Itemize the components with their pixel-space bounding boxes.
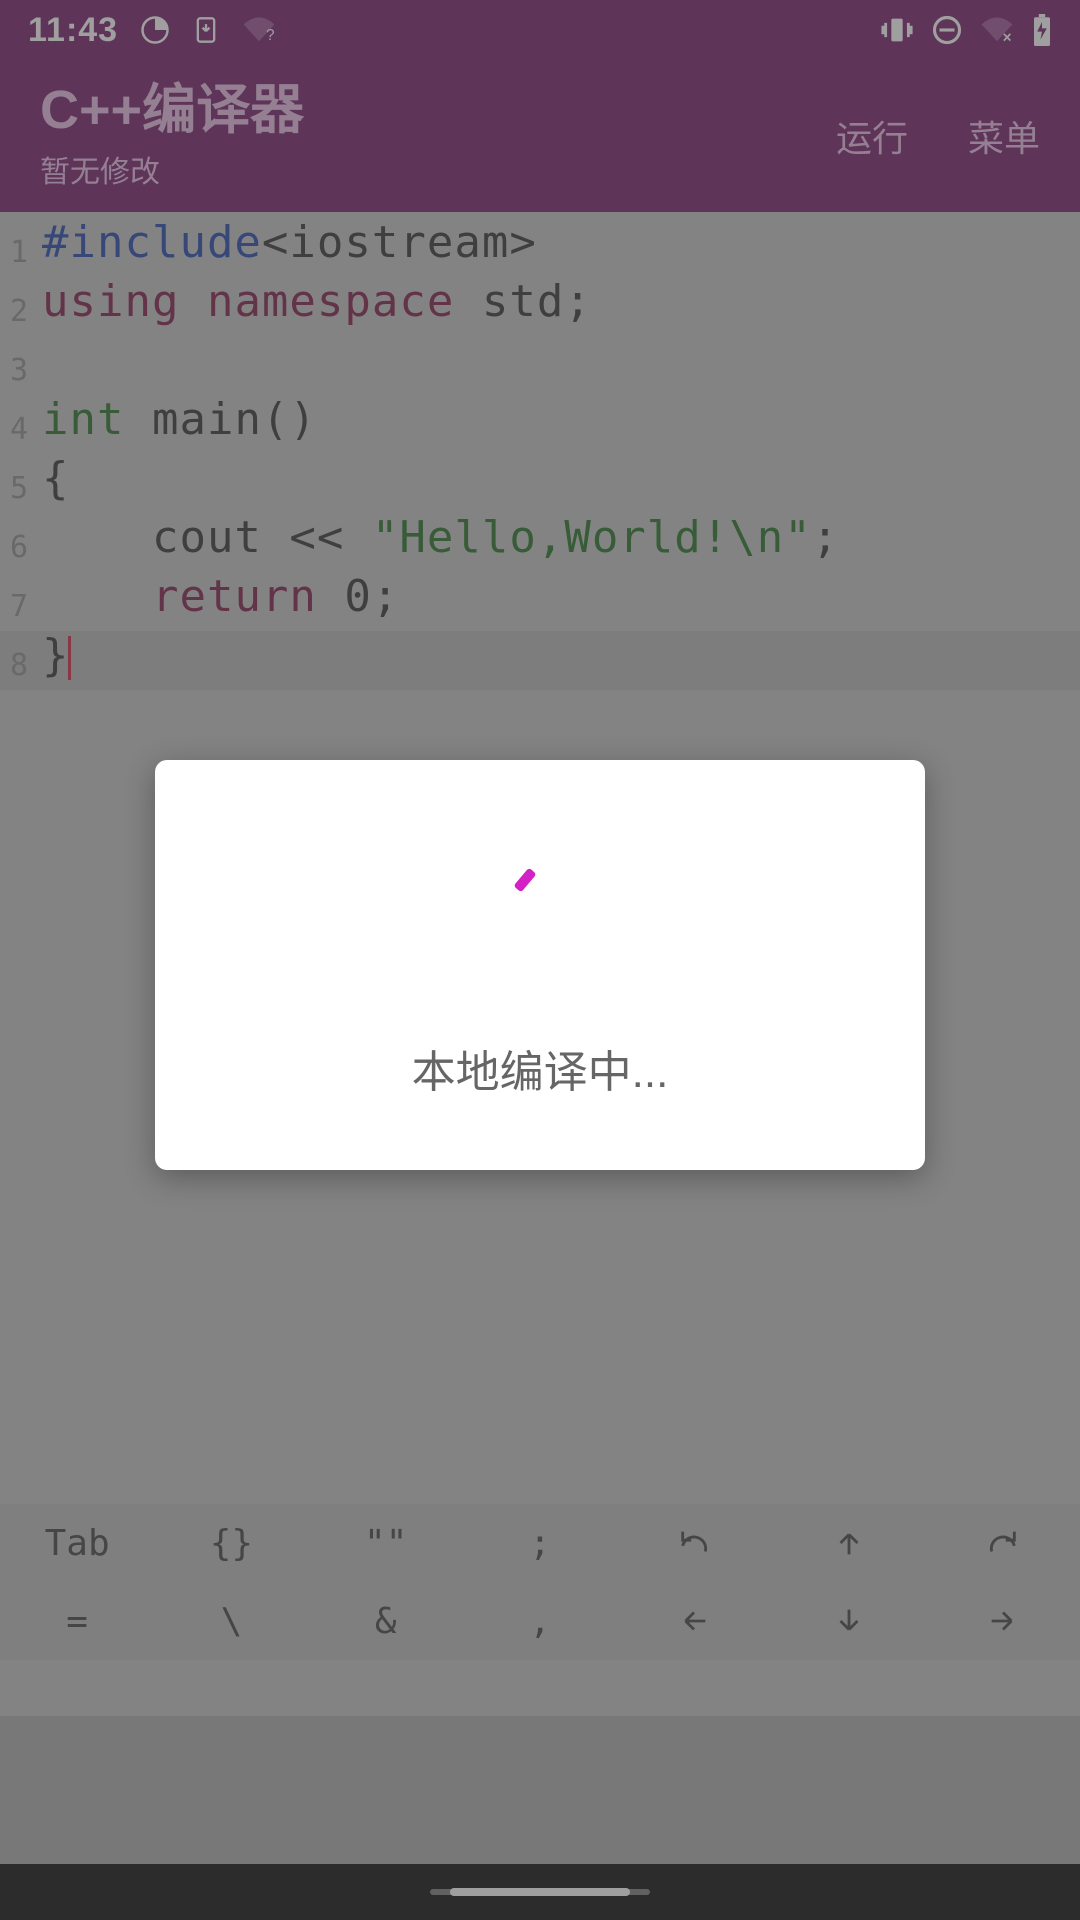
line-number: 1 <box>0 218 34 277</box>
code-line[interactable]: 8} <box>0 631 1080 690</box>
code-content[interactable] <box>34 336 42 395</box>
code-line[interactable]: 7 return 0; <box>0 572 1080 631</box>
line-number: 7 <box>0 572 34 631</box>
key-sym[interactable]: \ <box>154 1582 308 1660</box>
arrow-left-icon[interactable] <box>617 1582 771 1660</box>
code-line[interactable]: 5{ <box>0 454 1080 513</box>
key-sym[interactable]: = <box>0 1582 154 1660</box>
code-content[interactable]: using namespace std; <box>34 277 592 336</box>
arrow-right-icon[interactable] <box>926 1582 1080 1660</box>
dnd-icon <box>932 15 962 45</box>
header-titles: C++编译器 暂无修改 <box>40 81 836 190</box>
code-content[interactable]: return 0; <box>34 572 399 631</box>
line-number: 2 <box>0 277 34 336</box>
line-number: 3 <box>0 336 34 395</box>
svg-text:?: ? <box>266 27 275 44</box>
header-actions: 运行 菜单 <box>836 110 1040 162</box>
svg-text:×: × <box>1003 30 1012 44</box>
status-left: 11:43 ? <box>28 11 276 50</box>
menu-button[interactable]: 菜单 <box>968 110 1040 162</box>
code-content[interactable]: int main() <box>34 395 317 454</box>
code-content[interactable]: cout << "Hello,World!\n"; <box>34 513 839 572</box>
battery-charging-icon <box>1032 14 1052 46</box>
wifi-question-icon: ? <box>242 16 276 44</box>
key-sym[interactable]: , <box>463 1582 617 1660</box>
code-content[interactable]: #include<iostream> <box>34 218 537 277</box>
code-line[interactable]: 3 <box>0 336 1080 395</box>
status-bar: 11:43 ? × <box>0 0 1080 60</box>
code-line[interactable]: 1#include<iostream> <box>0 218 1080 277</box>
code-line[interactable]: 6 cout << "Hello,World!\n"; <box>0 513 1080 572</box>
key-sym[interactable]: ; <box>463 1504 617 1582</box>
line-number: 5 <box>0 454 34 513</box>
app-subtitle: 暂无修改 <box>40 147 836 191</box>
status-time: 11:43 <box>28 11 118 50</box>
key-symsym[interactable]: {} <box>154 1504 308 1582</box>
key-sym[interactable]: & <box>309 1582 463 1660</box>
accessory-keyboard: Tab{}""; =\&, <box>0 1504 1080 1660</box>
code-line[interactable]: 4int main() <box>0 395 1080 454</box>
app-title: C++编译器 <box>40 81 836 140</box>
undo-icon[interactable] <box>617 1504 771 1582</box>
status-right: × <box>880 14 1052 46</box>
code-editor[interactable]: 1#include<iostream>2using namespace std;… <box>0 212 1080 1716</box>
text-cursor <box>68 636 71 680</box>
vibrate-icon <box>880 15 914 45</box>
system-nav-bar <box>0 1864 1080 1920</box>
run-button[interactable]: 运行 <box>836 110 908 162</box>
line-number: 4 <box>0 395 34 454</box>
key-Tab[interactable]: Tab <box>0 1504 154 1582</box>
app-header: C++编译器 暂无修改 运行 菜单 <box>0 60 1080 212</box>
key-symsym[interactable]: "" <box>309 1504 463 1582</box>
code-content[interactable]: } <box>34 631 71 690</box>
wifi-off-icon: × <box>980 16 1014 44</box>
clock-progress-icon <box>140 15 170 45</box>
redo-icon[interactable] <box>926 1504 1080 1582</box>
nav-home-pill[interactable] <box>450 1888 630 1896</box>
code-content[interactable]: { <box>34 454 70 513</box>
line-number: 6 <box>0 513 34 572</box>
arrow-down-icon[interactable] <box>771 1582 925 1660</box>
line-number: 8 <box>0 631 34 690</box>
code-line[interactable]: 2using namespace std; <box>0 277 1080 336</box>
arrow-up-icon[interactable] <box>771 1504 925 1582</box>
download-icon <box>192 16 220 44</box>
